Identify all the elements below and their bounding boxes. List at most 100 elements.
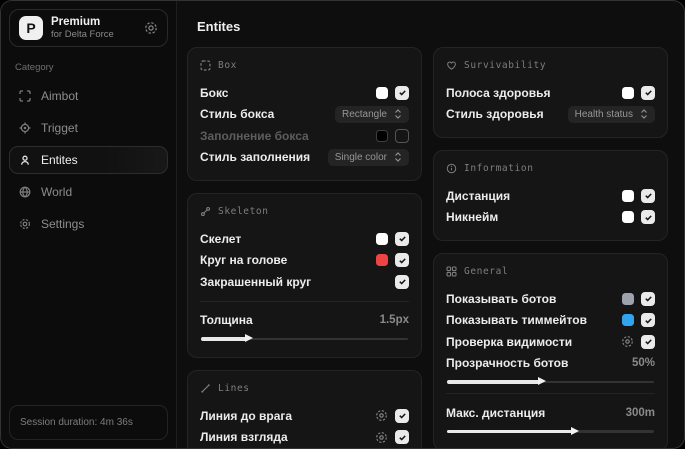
card-title-text: Box	[218, 60, 237, 71]
card-information: Information Дистанция Никнейм	[433, 150, 668, 241]
sidebar-item-label: Settings	[41, 217, 85, 231]
checkbox[interactable]	[395, 85, 409, 100]
checkbox[interactable]	[395, 408, 409, 423]
setting-row-thickness: Толщина 1.5px	[200, 313, 409, 328]
setting-row-bots-opacity: Прозрачность ботов 50%	[446, 356, 655, 371]
setting-row-skeleton: Скелет	[200, 228, 409, 250]
sidebar-item-label: World	[41, 185, 73, 199]
sidebar-item-entites[interactable]: Entites	[9, 146, 168, 174]
color-swatch[interactable]	[622, 211, 634, 224]
card-title-text: Lines	[218, 383, 250, 394]
setting-row-box-style: Стиль бокса Rectangle	[200, 104, 409, 126]
card-lines: Lines Линия до врага Линия взгляда	[187, 370, 422, 448]
setting-row-view-line: Линия взгляда	[200, 427, 409, 449]
divider	[200, 300, 409, 302]
gear-icon	[19, 218, 31, 230]
updown-icon	[394, 109, 402, 120]
checkbox[interactable]	[395, 128, 409, 143]
session-duration-text: Session duration: 4m 36s	[20, 417, 133, 428]
slider-thumb[interactable]	[571, 426, 580, 435]
setting-row-filled-circle: Закрашенный круг	[200, 271, 409, 293]
setting-row-fill-style: Стиль заполнения Single color	[200, 147, 409, 169]
box-style-dropdown[interactable]: Rectangle	[334, 105, 409, 123]
sidebar-item-aimbot[interactable]: Aimbot	[9, 82, 168, 110]
bone-icon	[200, 206, 211, 217]
card-title-text: Skeleton	[218, 206, 269, 217]
thickness-slider[interactable]	[201, 334, 408, 342]
setting-row-box-toggle: Бокс	[200, 82, 409, 104]
heart-icon	[446, 60, 457, 71]
crosshair-corners-icon	[19, 90, 31, 102]
sidebar-item-label: Entites	[41, 153, 78, 167]
slider-thumb[interactable]	[244, 334, 253, 342]
category-label: Category	[15, 62, 54, 73]
slider-thumb[interactable]	[538, 377, 547, 385]
color-swatch[interactable]	[376, 254, 388, 267]
setting-row-distance: Дистанция	[446, 185, 655, 207]
checkbox[interactable]	[641, 188, 655, 203]
sidebar-item-settings[interactable]: Settings	[9, 210, 168, 238]
setting-row-show-bots: Показывать ботов	[446, 288, 655, 310]
setting-row-box-fill: Заполнение бокса	[200, 125, 409, 147]
setting-row-show-teammates: Показывать тиммейтов	[446, 310, 655, 332]
color-swatch[interactable]	[622, 292, 634, 305]
grid-icon	[446, 266, 457, 277]
checkbox[interactable]	[395, 231, 409, 246]
checkbox[interactable]	[395, 430, 409, 445]
checkbox[interactable]	[641, 291, 655, 306]
updown-icon	[640, 109, 648, 120]
setting-row-health-bar: Полоса здоровья	[446, 82, 655, 104]
checkbox[interactable]	[641, 313, 655, 328]
page-title: Entites	[197, 19, 241, 34]
color-swatch[interactable]	[376, 129, 388, 142]
setting-row-line-to-enemy: Линия до врага	[200, 405, 409, 427]
crosshair-dot-icon	[19, 122, 31, 134]
line-options-icon[interactable]	[375, 409, 388, 422]
fill-style-dropdown[interactable]: Single color	[327, 148, 409, 166]
opacity-value: 50%	[631, 357, 655, 370]
setting-row-nickname: Никнейм	[446, 207, 655, 229]
card-title-text: Survivability	[464, 60, 547, 71]
info-icon	[446, 163, 457, 174]
health-style-dropdown[interactable]: Health status	[567, 105, 655, 123]
card-skeleton: Skeleton Скелет Круг на голове Закрашенн…	[187, 193, 422, 358]
main-content: Entites Box Бокс Стиль бокса Rectangle З…	[177, 1, 684, 448]
session-box: Session duration: 4m 36s	[9, 405, 168, 440]
divider	[446, 393, 655, 394]
color-swatch[interactable]	[376, 86, 388, 99]
max-distance-value: 300m	[625, 406, 655, 419]
max-distance-slider[interactable]	[447, 426, 654, 435]
brand-card: P Premium for Delta Force	[9, 9, 168, 47]
bots-opacity-slider[interactable]	[447, 377, 654, 385]
sidebar-item-label: Aimbot	[41, 89, 79, 103]
setting-row-head-circle: Круг на голове	[200, 250, 409, 272]
setting-row-health-style: Стиль здоровья Health status	[446, 104, 655, 126]
color-swatch[interactable]	[622, 314, 634, 327]
sidebar-nav: Aimbot Trigget Entites World Settings	[9, 82, 168, 238]
box-icon	[200, 60, 211, 71]
color-swatch[interactable]	[376, 232, 388, 245]
brand-title: Premium	[51, 15, 101, 28]
card-title-text: General	[464, 266, 509, 277]
checkbox[interactable]	[395, 253, 409, 268]
sidebar-item-trigget[interactable]: Trigget	[9, 114, 168, 142]
app-window: P Premium for Delta Force Category Aimbo…	[0, 0, 685, 449]
globe-icon	[19, 186, 31, 198]
gear-icon[interactable]	[144, 21, 158, 35]
app-logo: P	[19, 16, 43, 40]
sidebar: P Premium for Delta Force Category Aimbo…	[1, 1, 177, 448]
line-options-icon[interactable]	[375, 431, 388, 444]
color-swatch[interactable]	[622, 86, 634, 99]
color-swatch[interactable]	[622, 189, 634, 202]
checkbox[interactable]	[641, 334, 655, 349]
checkbox[interactable]	[641, 210, 655, 225]
checkbox[interactable]	[395, 274, 409, 289]
line-icon	[200, 383, 211, 394]
visibility-icon[interactable]	[621, 335, 634, 348]
card-title-text: Information	[464, 163, 534, 174]
updown-icon	[394, 152, 402, 163]
card-general: General Показывать ботов Показывать тимм…	[433, 253, 668, 448]
sidebar-item-world[interactable]: World	[9, 178, 168, 206]
setting-row-visibility-check: Проверка видимости	[446, 331, 655, 353]
checkbox[interactable]	[641, 85, 655, 100]
